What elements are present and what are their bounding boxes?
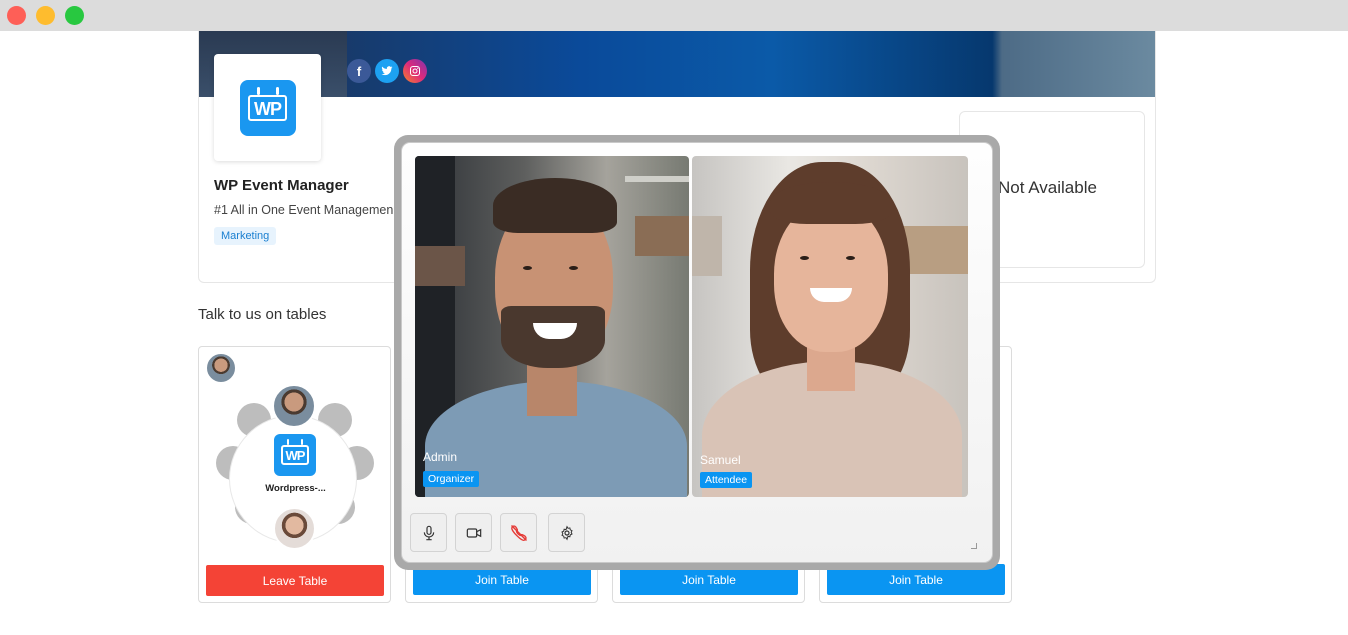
window-close-button[interactable]: [7, 6, 26, 25]
end-call-icon: [510, 524, 527, 541]
leave-table-button[interactable]: Leave Table: [206, 565, 384, 596]
video-camera-icon: [466, 527, 481, 538]
current-user-avatar[interactable]: [205, 352, 237, 384]
settings-button[interactable]: [548, 513, 585, 552]
seated-participant-avatar[interactable]: [273, 507, 316, 550]
microphone-icon: [423, 525, 434, 540]
video-call-panel: Admin Organizer Samuel Attendee: [401, 142, 993, 563]
participant-role-badge: Organizer: [423, 471, 480, 487]
resize-handle[interactable]: [971, 543, 977, 549]
microphone-button[interactable]: [410, 513, 447, 552]
end-call-button[interactable]: [500, 513, 537, 552]
organizer-tagline: #1 All in One Event Managemen: [214, 203, 394, 217]
window-maximize-button[interactable]: [65, 6, 84, 25]
organizer-name: WP Event Manager: [214, 177, 349, 194]
table-name: Wordpress-...: [265, 483, 326, 494]
participant-name: Admin: [423, 450, 458, 464]
camera-button[interactable]: [455, 513, 492, 552]
profile-banner: [199, 31, 1155, 97]
availability-status: Not Available: [998, 178, 1097, 197]
organizer-logo: WP: [214, 54, 321, 161]
participant-video-samuel[interactable]: Samuel Attendee: [692, 156, 968, 497]
window-minimize-button[interactable]: [36, 6, 55, 25]
table-logo-icon: WP: [274, 434, 316, 476]
wp-logo-icon: WP: [239, 79, 296, 136]
table-card: WP Wordpress-... Leave Table: [198, 346, 391, 603]
tables-section-title: Talk to us on tables: [198, 306, 327, 323]
window-titlebar: [0, 0, 1348, 31]
twitter-icon[interactable]: [375, 59, 399, 83]
participant-role-badge: Attendee: [700, 472, 753, 488]
facebook-icon[interactable]: f: [347, 59, 371, 83]
video-call-window[interactable]: Admin Organizer Samuel Attendee: [394, 135, 1000, 570]
category-tag[interactable]: Marketing: [214, 227, 277, 245]
settings-gear-icon: [560, 524, 573, 541]
participant-name: Samuel: [700, 453, 741, 467]
instagram-icon[interactable]: [403, 59, 427, 83]
seated-participant-avatar[interactable]: [272, 384, 316, 428]
participant-video-admin[interactable]: Admin Organizer: [415, 156, 689, 497]
